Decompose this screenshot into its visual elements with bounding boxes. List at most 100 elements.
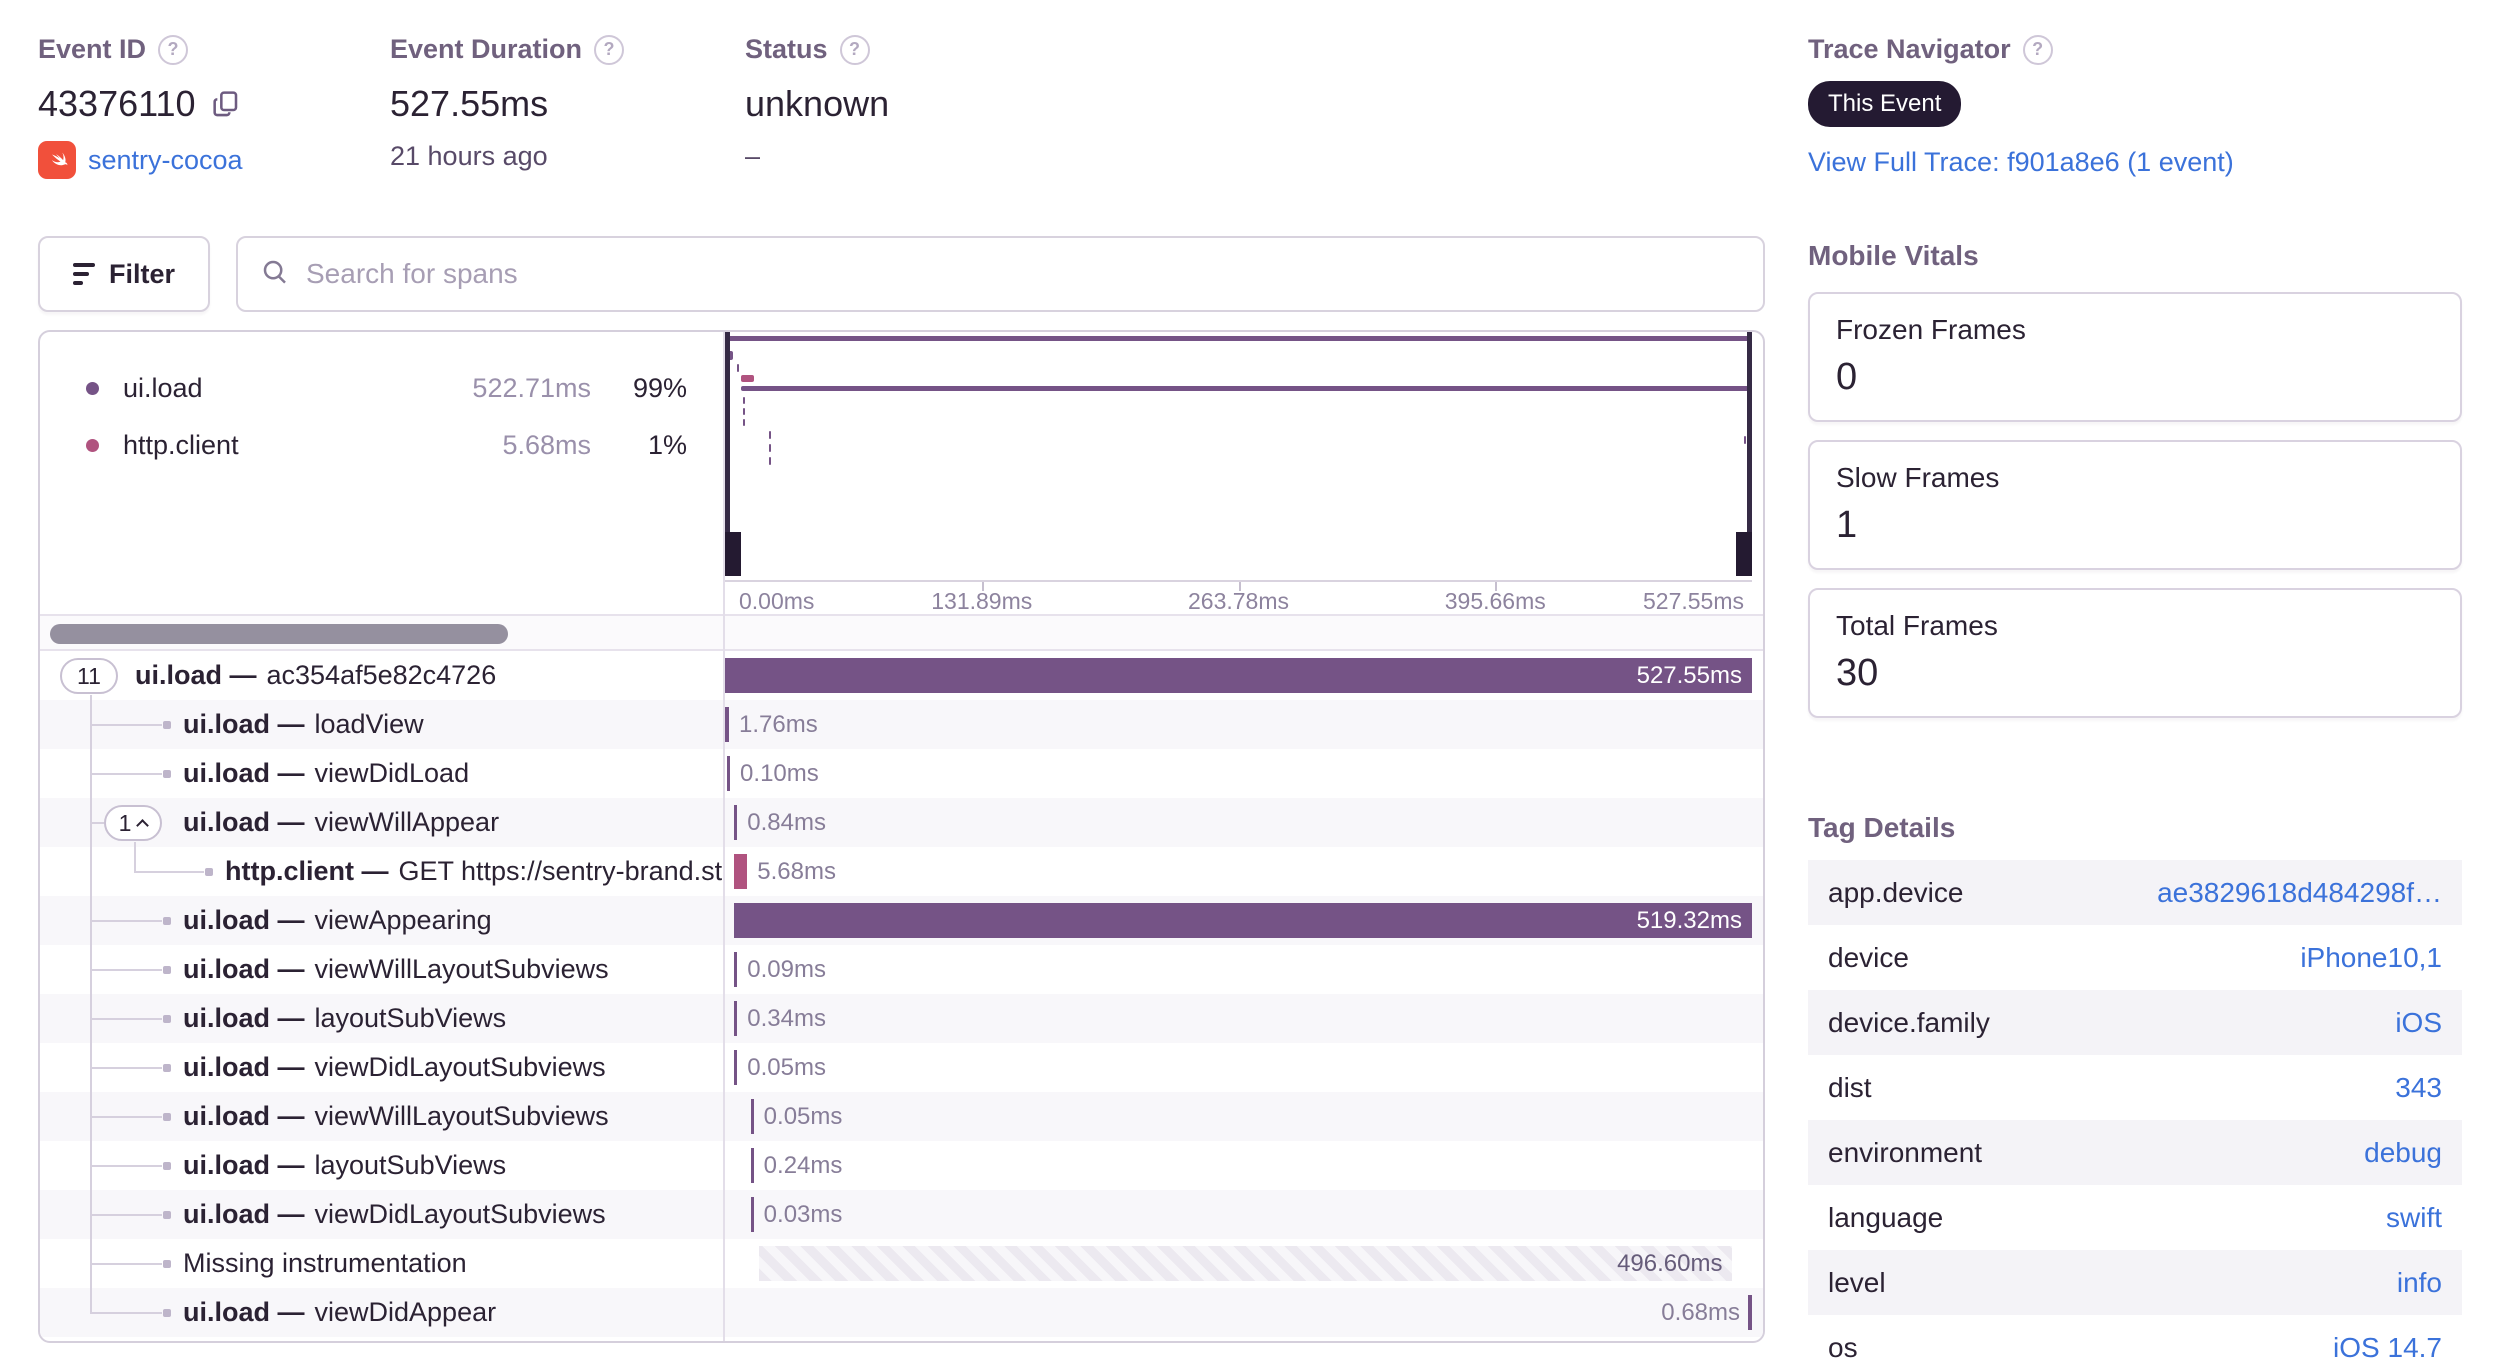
span-duration-tick[interactable] xyxy=(750,1197,754,1232)
tree-connector-line xyxy=(90,1214,162,1216)
span-duration-label: 0.03ms xyxy=(763,1200,843,1228)
legend-op-name: http.client xyxy=(123,429,239,460)
copy-icon[interactable] xyxy=(210,88,242,120)
status-value: unknown xyxy=(745,83,890,124)
span-row[interactable]: ui.load — viewWillLayoutSubviews 0.09ms xyxy=(40,945,1763,994)
event-id-value: 43376110 xyxy=(38,83,196,124)
tree-connector-line xyxy=(90,1263,162,1265)
span-row[interactable]: ui.load — layoutSubViews 0.34ms xyxy=(40,994,1763,1043)
tag-key: environment xyxy=(1828,1136,1983,1168)
tag-row: level info xyxy=(1808,1250,2462,1315)
span-children-toggle[interactable]: 11 xyxy=(60,658,118,694)
span-duration-bar[interactable] xyxy=(734,854,748,889)
span-bullet xyxy=(163,1260,171,1268)
span-row[interactable]: ui.load — viewDidLayoutSubviews 0.03ms xyxy=(40,1190,1763,1239)
span-duration-tick[interactable] xyxy=(734,805,738,840)
tag-value-link[interactable]: ae3829618d484298f… xyxy=(2157,877,2442,909)
panel-divider[interactable] xyxy=(723,332,725,1341)
span-children-toggle[interactable]: 1 xyxy=(104,805,162,841)
span-row[interactable]: ui.load — layoutSubViews 0.24ms xyxy=(40,1141,1763,1190)
span-title: ui.load — viewDidAppear xyxy=(183,1297,497,1327)
span-row[interactable]: Missing instrumentation 496.60ms xyxy=(40,1239,1763,1288)
search-input[interactable] xyxy=(306,258,1741,290)
span-row[interactable]: ui.load — viewDidLoad 0.10ms xyxy=(40,749,1763,798)
span-bar-cell: 5.68ms xyxy=(725,847,1763,896)
ops-breakdown-legend: ui.load 522.71ms 99% http.client 5.68ms 1% xyxy=(40,332,723,580)
span-row[interactable]: 1 ui.load — viewWillAppear 0.84ms xyxy=(40,798,1763,847)
tag-key: language xyxy=(1828,1201,1944,1233)
span-duration-tick[interactable] xyxy=(750,1148,754,1183)
span-row[interactable]: ui.load — viewDidLayoutSubviews 0.05ms xyxy=(40,1043,1763,1092)
span-row[interactable]: ui.load — viewWillLayoutSubviews 0.05ms xyxy=(40,1092,1763,1141)
minimap-span-bar xyxy=(769,457,771,465)
span-bullet xyxy=(163,1064,171,1072)
axis-tick xyxy=(1495,582,1498,591)
tag-value-link[interactable]: iOS xyxy=(2395,1007,2442,1039)
chevron-up-icon xyxy=(136,818,150,832)
tag-value-link[interactable]: info xyxy=(2397,1267,2442,1299)
tree-connector-line xyxy=(90,1312,162,1314)
span-duration-tick[interactable] xyxy=(750,1099,754,1134)
help-icon[interactable]: ? xyxy=(2022,34,2053,65)
help-icon[interactable]: ? xyxy=(839,34,870,65)
help-icon[interactable]: ? xyxy=(158,34,189,65)
span-duration-tick[interactable] xyxy=(725,707,729,742)
legend-op-percent: 99% xyxy=(632,372,687,403)
trace-navigator-section: Trace Navigator ? This Event View Full T… xyxy=(1808,34,2234,178)
event-duration-label: Event Duration xyxy=(390,34,583,64)
span-row[interactable]: http.client — GET https://sentry-brand.st… xyxy=(40,847,1763,896)
span-title: ui.load — viewDidLoad xyxy=(183,758,470,788)
span-duration-label: 0.84ms xyxy=(747,808,826,836)
legend-op-name: ui.load xyxy=(123,372,203,403)
minimap-span-bar xyxy=(741,386,1752,391)
span-title: ui.load — loadView xyxy=(183,709,424,739)
span-duration-label: 0.34ms xyxy=(747,1004,826,1032)
span-bar-cell: 0.68ms xyxy=(725,1288,1763,1337)
span-row[interactable]: ui.load — viewDidAppear 0.68ms xyxy=(40,1288,1763,1337)
tree-scrollbar-thumb[interactable] xyxy=(50,624,508,644)
project-link[interactable]: sentry-cocoa xyxy=(88,145,243,176)
span-bar-cell: 0.10ms xyxy=(725,749,1763,798)
span-duration-tick[interactable] xyxy=(734,1001,738,1036)
event-time-ago: 21 hours ago xyxy=(390,141,548,171)
span-duration-tick[interactable] xyxy=(727,756,731,791)
span-duration-tick[interactable] xyxy=(734,952,738,987)
tag-key: device xyxy=(1828,941,1909,973)
tag-value-link[interactable]: iPhone10,1 xyxy=(2300,942,2442,974)
tag-row: language swift xyxy=(1808,1185,2462,1250)
minimap-right-handle[interactable] xyxy=(1736,532,1752,576)
span-bullet xyxy=(163,1015,171,1023)
tree-scrollbar-track[interactable] xyxy=(40,614,1763,651)
legend-op-duration: 5.68ms xyxy=(502,429,591,460)
view-full-trace-link[interactable]: View Full Trace: f901a8e6 (1 event) xyxy=(1808,147,2234,177)
span-tree-cell: 1 ui.load — viewWillAppear xyxy=(40,798,723,847)
span-bullet xyxy=(163,1162,171,1170)
tag-value-link[interactable]: iOS 14.7 xyxy=(2333,1332,2442,1364)
minimap-span-bar xyxy=(743,408,745,415)
minimap-left-handle[interactable] xyxy=(725,532,741,576)
status-label: Status xyxy=(745,34,828,64)
span-duration-tick[interactable] xyxy=(1748,1295,1752,1330)
tag-value-link[interactable]: swift xyxy=(2386,1202,2442,1234)
span-duration-tick[interactable] xyxy=(734,1050,738,1085)
span-row[interactable]: ui.load — viewAppearing 519.32ms xyxy=(40,896,1763,945)
missing-instrumentation-bar[interactable]: 496.60ms xyxy=(758,1246,1733,1281)
span-duration-label: 5.68ms xyxy=(757,857,836,885)
minimap-span-bar xyxy=(769,431,771,439)
span-duration-bar[interactable]: 527.55ms xyxy=(725,658,1752,693)
span-duration-label: 0.05ms xyxy=(747,1053,826,1081)
trace-panel: ui.load 522.71ms 99% http.client 5.68ms 1% 0.… xyxy=(38,330,1765,1343)
tree-connector-line xyxy=(90,773,162,775)
tag-value-link[interactable]: debug xyxy=(2364,1137,2442,1169)
tag-value-link[interactable]: 343 xyxy=(2395,1072,2442,1104)
span-bullet xyxy=(163,966,171,974)
legend-item: http.client 5.68ms 1% xyxy=(86,427,687,463)
span-duration-bar[interactable]: 519.32ms xyxy=(734,903,1752,938)
help-icon[interactable]: ? xyxy=(594,34,625,65)
span-bullet xyxy=(163,917,171,925)
mobile-vital-value: 1 xyxy=(1836,504,1858,546)
span-row[interactable]: ui.load — loadView 1.76ms xyxy=(40,700,1763,749)
span-row[interactable]: 11 ui.load — ac354af5e82c4726 527.55ms xyxy=(40,651,1763,700)
legend-op-duration: 522.71ms xyxy=(472,372,591,403)
filter-button[interactable]: Filter xyxy=(38,236,210,312)
